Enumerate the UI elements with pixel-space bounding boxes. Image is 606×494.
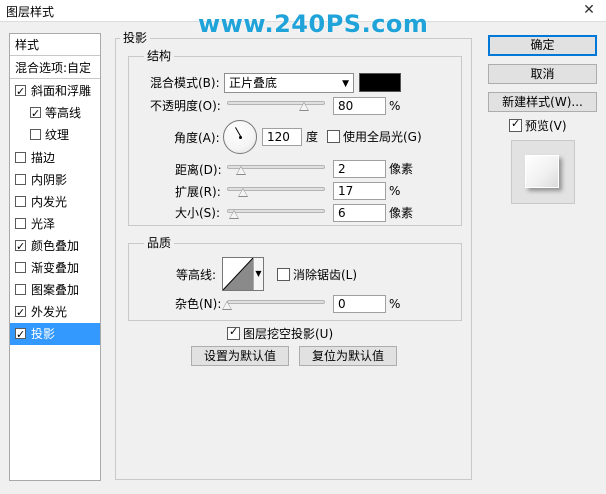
drop-shadow-checkbox[interactable] [15,324,26,346]
angle-dial[interactable] [223,120,257,154]
drop-shadow-title: 投影 [120,31,151,45]
style-item-stroke[interactable]: 描边 [10,147,100,169]
opacity-label: 不透明度(O): [150,99,221,113]
chevron-down-icon: ▼ [342,79,349,89]
opacity-slider-handle[interactable] [299,102,309,111]
style-item-label: 描边 [31,151,56,165]
contour-label: 等高线: [176,268,217,282]
style-item-inner-glow[interactable]: 内发光 [10,191,100,213]
make-default-button[interactable]: 设置为默认值 [191,346,289,366]
noise-slider-handle[interactable] [222,301,232,310]
noise-label: 杂色(N): [175,297,222,311]
style-item-bevel-emboss[interactable]: 斜面和浮雕 [10,80,100,103]
contour-curve-icon [223,258,253,290]
spread-input[interactable]: 17 [333,182,386,200]
antialias-label: 消除锯齿(L) [293,268,358,282]
antialias-checkbox[interactable] [277,268,290,281]
quality-title: 品质 [144,236,175,250]
style-item-gradient-overlay[interactable]: 渐变叠加 [10,257,100,279]
pattern-overlay-checkbox[interactable] [15,284,26,295]
size-slider-track[interactable] [227,209,325,213]
outer-glow-checkbox[interactable] [15,302,26,324]
style-list-header[interactable]: 样式 [10,34,100,56]
blend-mode-label: 混合模式(B): [150,76,220,90]
distance-input[interactable]: 2 [333,160,386,178]
global-light-checkbox[interactable] [327,130,340,143]
preview-swatch [525,155,559,188]
preview-checkbox[interactable] [509,117,522,132]
style-item-label: 图案叠加 [31,283,80,297]
new-style-button[interactable]: 新建样式(W)... [488,92,597,112]
style-item-label: 外发光 [31,305,68,319]
spread-label: 扩展(R): [175,185,221,199]
texture-checkbox[interactable] [30,129,41,140]
angle-center [239,136,242,139]
global-light-label: 使用全局光(G) [343,130,422,144]
watermark-text: www.240PS.com [198,10,429,38]
chevron-down-icon[interactable]: ▼ [253,258,263,290]
angle-unit: 度 [306,130,319,144]
style-item-satin[interactable]: 光泽 [10,213,100,235]
style-item-label: 内发光 [31,195,68,209]
style-item-label: 颜色叠加 [31,239,80,253]
stroke-checkbox[interactable] [15,152,26,163]
opacity-slider-track[interactable] [227,101,325,105]
spread-unit: % [389,184,401,198]
window-title: 图层样式 [6,5,55,19]
style-preview [511,140,575,204]
distance-slider-handle[interactable] [236,166,246,175]
inner-glow-checkbox[interactable] [15,196,26,207]
style-item-label: 纹理 [45,128,70,142]
ok-button[interactable]: 确定 [488,35,597,56]
shadow-color-swatch[interactable] [359,73,401,92]
size-slider-handle[interactable] [229,210,239,219]
angle-label: 角度(A): [174,131,220,145]
opacity-input[interactable]: 80 [333,97,386,115]
noise-input[interactable]: 0 [333,295,386,313]
close-button[interactable]: ✕ [572,0,606,21]
style-item-texture[interactable]: 纹理 [10,124,100,146]
inner-shadow-checkbox[interactable] [15,174,26,185]
style-item-label: 渐变叠加 [31,261,80,275]
blend-mode-select[interactable]: 正片叠底 ▼ [224,73,354,93]
satin-checkbox[interactable] [15,218,26,229]
blend-options-item[interactable]: 混合选项:自定 [10,57,100,79]
style-item-label: 内阴影 [31,173,68,187]
structure-title: 结构 [144,49,175,63]
size-input[interactable]: 6 [333,204,386,222]
gradient-overlay-checkbox[interactable] [15,262,26,273]
bevel-emboss-checkbox[interactable] [15,81,26,103]
contour-picker[interactable]: ▼ [222,257,264,291]
style-item-color-overlay[interactable]: 颜色叠加 [10,235,100,258]
style-item-label: 等高线 [45,106,82,120]
angle-input[interactable]: 120 [262,128,302,146]
style-item-outer-glow[interactable]: 外发光 [10,301,100,324]
knockout-checkbox[interactable] [227,325,240,340]
distance-label: 距离(D): [175,163,222,177]
style-item-inner-shadow[interactable]: 内阴影 [10,169,100,191]
style-item-label: 光泽 [31,217,56,231]
cancel-button[interactable]: 取消 [488,64,597,84]
style-list: 样式 混合选项:自定 斜面和浮雕 等高线 纹理 描边 内阴影 内发光 光泽 颜色… [9,33,101,481]
distance-unit: 像素 [389,162,414,176]
noise-slider-track[interactable] [227,300,325,304]
style-item-pattern-overlay[interactable]: 图案叠加 [10,279,100,301]
reset-default-button[interactable]: 复位为默认值 [299,346,397,366]
style-item-label: 投影 [31,327,56,341]
style-item-contour[interactable]: 等高线 [10,102,100,125]
color-overlay-checkbox[interactable] [15,236,26,258]
noise-unit: % [389,297,401,311]
contour-checkbox[interactable] [30,103,41,125]
opacity-unit: % [389,99,401,113]
knockout-label: 图层挖空投影(U) [243,327,334,341]
preview-label: 预览(V) [525,119,567,133]
blend-mode-value: 正片叠底 [229,76,278,90]
style-item-label: 斜面和浮雕 [31,84,92,98]
size-unit: 像素 [389,206,414,220]
style-item-drop-shadow[interactable]: 投影 [10,323,100,346]
size-label: 大小(S): [175,206,221,220]
spread-slider-handle[interactable] [238,188,248,197]
